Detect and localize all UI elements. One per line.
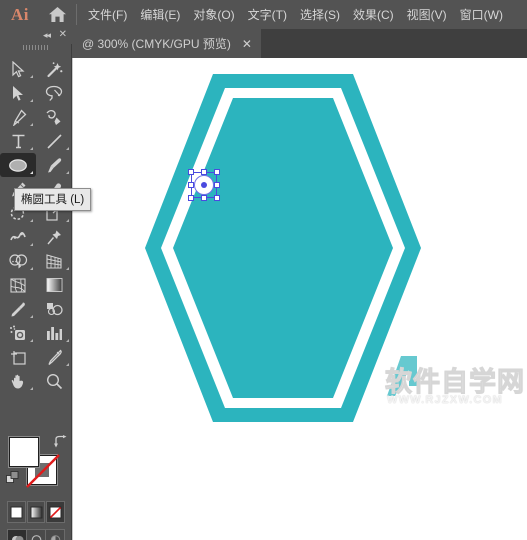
flyout-indicator-icon [66,363,69,366]
symbol-sprayer-tool[interactable] [0,321,36,345]
default-fill-stroke-icon[interactable] [6,471,20,490]
magic-wand-tool[interactable] [36,57,72,81]
flyout-indicator-icon [66,267,69,270]
line-segment-tool[interactable] [36,129,72,153]
app-logo: Ai [11,4,29,24]
draw-mode-buttons [7,529,65,540]
swap-fill-stroke-icon[interactable] [52,435,67,453]
blend-tool[interactable] [36,297,72,321]
bbox-handle-bc[interactable] [201,195,207,201]
menu-bar: Ai 文件(F) 编辑(E) 对象(O) 文字(T) 选择(S) 效果(C) 视… [0,0,527,29]
selected-ellipse-object[interactable] [187,168,221,202]
draw-inside-button[interactable] [46,530,64,540]
bbox-handle-mr[interactable] [214,182,220,188]
gradient-tool[interactable] [36,273,72,297]
document-tab-label: @ 300% (CMYK/GPU 预览) [82,37,231,51]
menu-effect[interactable]: 效果(C) [352,4,395,25]
mesh-tool[interactable] [0,273,36,297]
home-icon[interactable] [40,6,74,23]
bbox-handle-br[interactable] [214,195,220,201]
tools-panel: ◂◂ ✕ [0,29,72,540]
menu-edit[interactable]: 编辑(E) [139,4,181,25]
flyout-indicator-icon [30,147,33,150]
flyout-indicator-icon [30,243,33,246]
ellipse-center-point [201,182,207,188]
flyout-indicator-icon [30,387,33,390]
tools-panel-header[interactable]: ◂◂ ✕ [0,29,72,44]
type-tool[interactable] [0,129,36,153]
canvas-area[interactable]: 软件自学网 WWW.RJZXW.COM [72,58,527,540]
menu-view[interactable]: 视图(V) [406,4,448,25]
direct-selection-tool[interactable] [0,81,36,105]
close-icon[interactable]: ✕ [239,36,255,52]
zoom-tool[interactable] [36,369,72,393]
flyout-indicator-icon [30,123,33,126]
tools-grid [0,57,72,393]
selection-tool[interactable] [0,57,36,81]
ellipse-tool[interactable] [0,153,36,177]
flyout-indicator-icon [30,315,33,318]
menu-object[interactable]: 对象(O) [192,4,235,25]
shape-builder-tool[interactable] [0,249,36,273]
menu-type[interactable]: 文字(T) [247,4,288,25]
menu-window[interactable]: 窗口(W) [459,4,504,25]
document-tab-bar: @ 300% (CMYK/GPU 预览) ✕ [0,29,527,58]
document-tab[interactable]: @ 300% (CMYK/GPU 预览) ✕ [72,29,261,58]
fill-stroke-indicator [0,433,72,495]
flyout-indicator-icon [30,99,33,102]
color-controls [0,433,72,540]
paintbrush-tool[interactable] [36,153,72,177]
pen-tool[interactable] [0,105,36,129]
bbox-handle-ml[interactable] [188,182,194,188]
none-mode-button[interactable] [46,501,66,523]
curvature-tool[interactable] [36,105,72,129]
flyout-indicator-icon [66,339,69,342]
perspective-grid-tool[interactable] [36,249,72,273]
artboard-tool[interactable] [0,345,36,369]
color-mode-button[interactable] [7,501,26,523]
collapse-icon[interactable]: ◂◂ [43,30,51,41]
tool-tooltip: 椭圆工具 (L) [14,188,92,211]
flyout-indicator-icon [30,171,33,174]
artwork-hexagon [145,74,421,422]
menu-file[interactable]: 文件(F) [87,4,128,25]
slice-tool[interactable] [36,345,72,369]
flyout-indicator-icon [66,219,69,222]
bbox-handle-tl[interactable] [188,169,194,175]
bbox-handle-bl[interactable] [188,195,194,201]
draw-behind-button[interactable] [27,530,46,540]
flyout-indicator-icon [30,219,33,222]
width-tool[interactable] [0,225,36,249]
eyedropper-tool[interactable] [0,297,36,321]
bbox-handle-tc[interactable] [201,169,207,175]
fill-mode-buttons [7,501,66,523]
menu-select[interactable]: 选择(S) [299,4,341,25]
flyout-indicator-icon [30,75,33,78]
column-graph-tool[interactable] [36,321,72,345]
menubar-divider [76,4,77,25]
drag-handle-icon[interactable] [22,45,49,50]
illustrator-window: Ai 文件(F) 编辑(E) 对象(O) 文字(T) 选择(S) 效果(C) 视… [0,0,527,540]
menu-item-list: 文件(F) 编辑(E) 对象(O) 文字(T) 选择(S) 效果(C) 视图(V… [83,4,504,25]
flyout-indicator-icon [30,267,33,270]
flyout-indicator-icon [30,339,33,342]
gradient-mode-button[interactable] [26,501,46,523]
bbox-handle-tr[interactable] [214,169,220,175]
flyout-indicator-icon [66,171,69,174]
lasso-tool[interactable] [36,81,72,105]
fill-swatch[interactable] [9,437,39,467]
hand-tool[interactable] [0,369,36,393]
close-icon[interactable]: ✕ [59,29,67,40]
flyout-indicator-icon [66,147,69,150]
free-transform-tool[interactable] [36,225,72,249]
draw-normal-button[interactable] [8,530,27,540]
